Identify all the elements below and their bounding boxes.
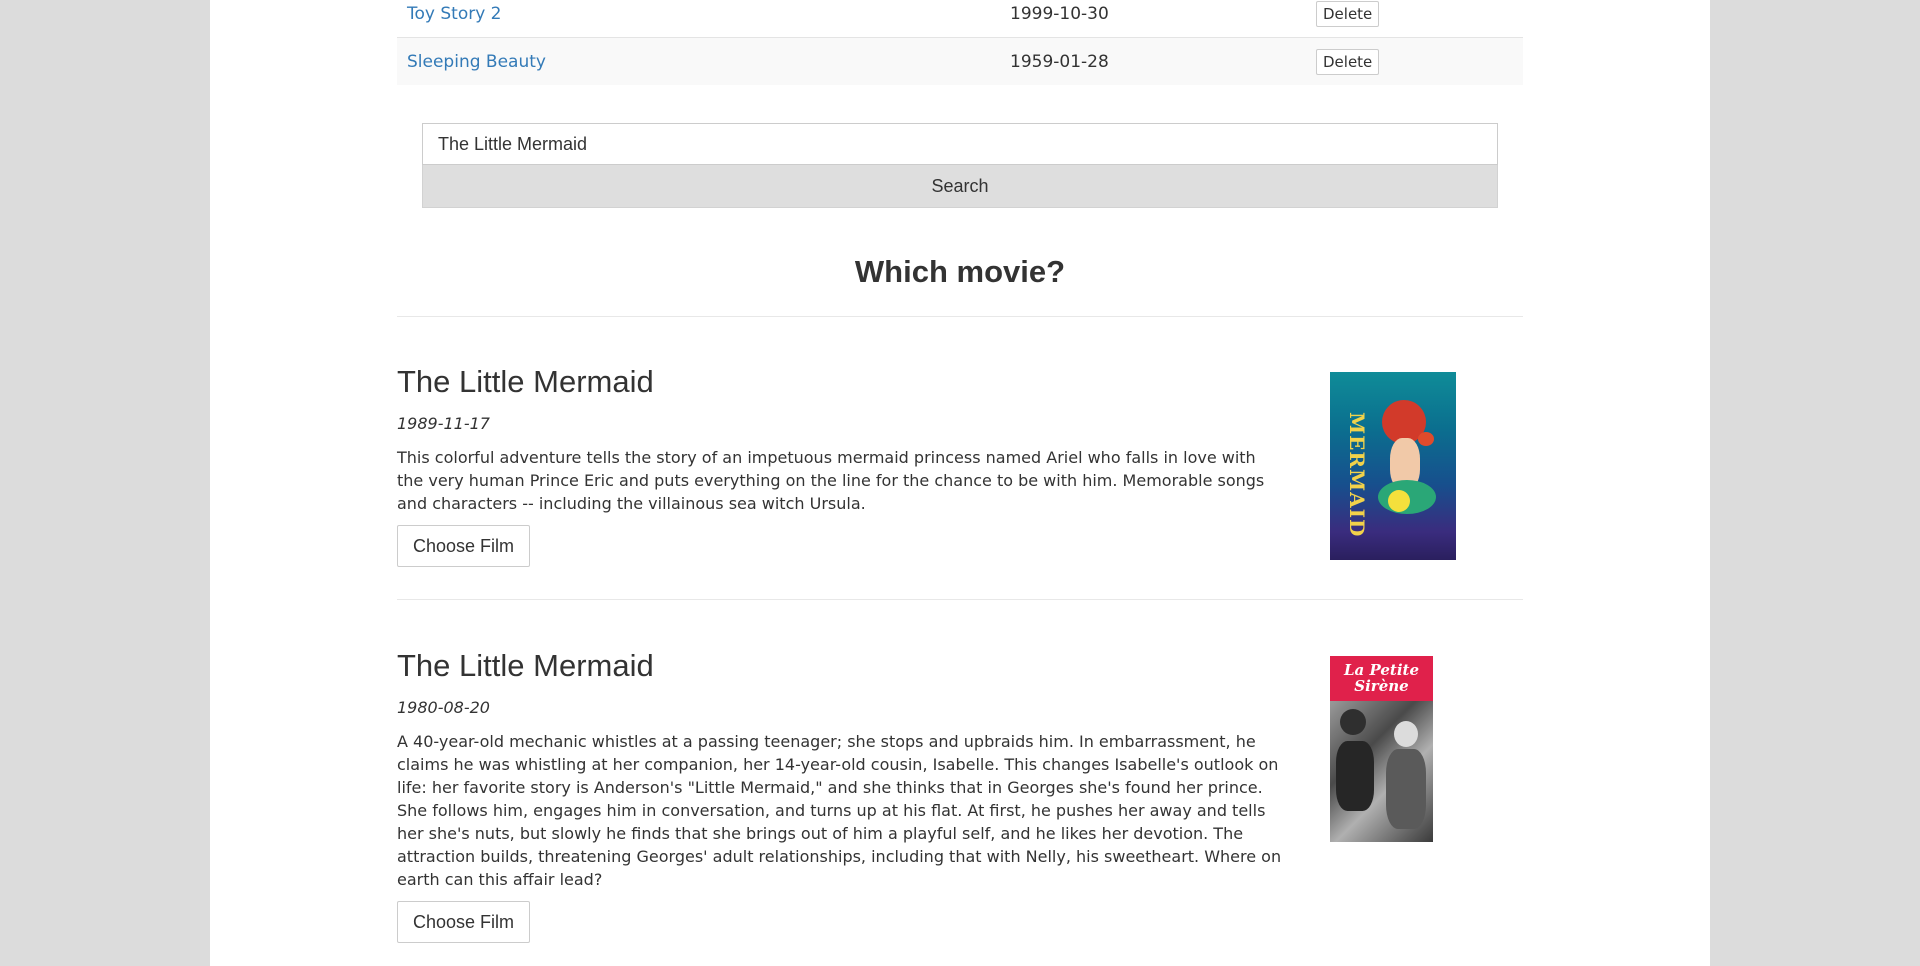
poster-fish — [1388, 490, 1410, 512]
favorite-date: 1959-01-28 — [1000, 37, 1306, 85]
movie-result: The Little Mermaid 1980-08-20 A 40-year-… — [397, 648, 1523, 943]
movie-result: The Little Mermaid 1989-11-17 This color… — [397, 364, 1523, 567]
favorite-title-link[interactable]: Toy Story 2 — [407, 4, 502, 24]
delete-button[interactable]: Delete — [1316, 0, 1380, 27]
poster-title-banner: La Petite Sirène — [1330, 656, 1433, 701]
poster-title-line: Sirène — [1354, 677, 1409, 695]
choose-film-button[interactable]: Choose Film — [397, 901, 531, 943]
table-row: Sleeping Beauty 1959-01-28 Delete — [397, 37, 1523, 85]
search-form: Search — [422, 123, 1498, 208]
poster-person-head — [1340, 709, 1366, 735]
movie-poster: La Petite Sirène — [1330, 656, 1433, 842]
movie-description: A 40-year-old mechanic whistles at a pas… — [397, 732, 1282, 889]
poster-title-text: MERMAID — [1345, 412, 1369, 538]
favorites-table: Toy Story 2 1999-10-30 Delete Sleeping B… — [397, 0, 1523, 85]
delete-button[interactable]: Delete — [1316, 48, 1380, 75]
search-input[interactable] — [422, 123, 1498, 165]
poster-photo — [1330, 701, 1433, 842]
poster-person-head — [1394, 721, 1418, 747]
choose-film-button[interactable]: Choose Film — [397, 525, 531, 567]
poster-person-body — [1336, 741, 1374, 811]
poster-title-line: La Petite — [1343, 661, 1419, 679]
poster-crab — [1418, 432, 1434, 446]
movie-poster: MERMAID — [1330, 372, 1456, 560]
page-container: Toy Story 2 1999-10-30 Delete Sleeping B… — [210, 0, 1710, 966]
poster-person-body — [1386, 749, 1426, 829]
divider — [397, 316, 1523, 317]
search-button[interactable]: Search — [422, 165, 1498, 208]
results-heading: Which movie? — [854, 254, 1066, 289]
divider — [397, 599, 1523, 600]
favorite-title-link[interactable]: Sleeping Beauty — [407, 52, 546, 72]
table-row: Toy Story 2 1999-10-30 Delete — [397, 0, 1523, 38]
favorite-date: 1999-10-30 — [1010, 3, 1109, 24]
movie-description: This colorful adventure tells the story … — [397, 448, 1265, 513]
